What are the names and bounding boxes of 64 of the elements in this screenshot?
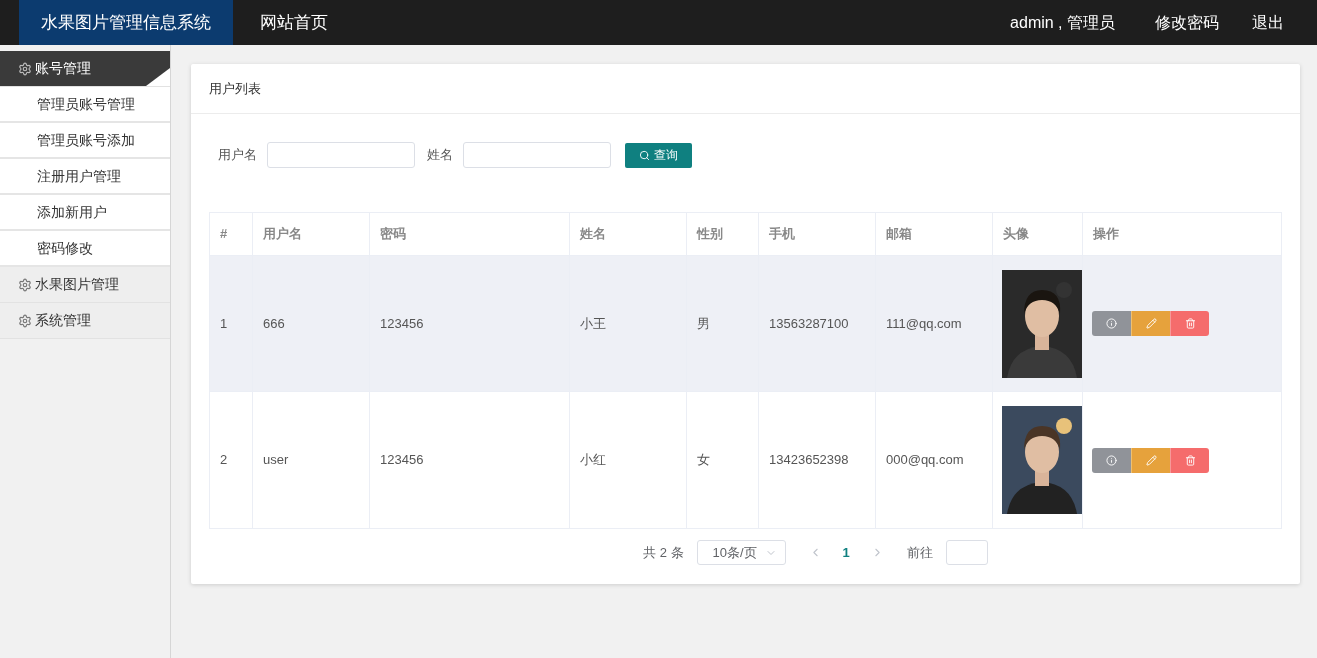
- field-label: 姓名: [427, 146, 453, 165]
- search-icon: [639, 149, 650, 161]
- column-header: 性别: [687, 213, 759, 255]
- brand-title: 水果图片管理信息系统: [19, 0, 233, 45]
- column-header: 手机: [759, 213, 876, 255]
- menu-item[interactable]: 添加新用户: [0, 195, 170, 231]
- page-size-select[interactable]: 10条/页: [696, 540, 786, 565]
- table-cell: 13423652398: [759, 392, 876, 528]
- menu-group[interactable]: 账号管理: [0, 51, 170, 87]
- menu-group-label: 系统管理: [35, 311, 91, 330]
- delete-icon: [1184, 454, 1196, 466]
- goto-label: 前往: [906, 543, 933, 562]
- goto-page-field[interactable]: [945, 540, 988, 565]
- table-cell: 13563287100: [759, 256, 876, 391]
- search-button[interactable]: 查询: [625, 142, 692, 168]
- edit-button[interactable]: [1131, 447, 1170, 473]
- total-count: 共 2 条: [643, 543, 684, 562]
- user-label: admin , 管理员: [1010, 12, 1115, 33]
- nav-link[interactable]: 网站首页: [233, 0, 355, 45]
- search-field[interactable]: [267, 142, 415, 168]
- info-button[interactable]: [1092, 311, 1131, 336]
- card-title: 用户列表: [191, 64, 1300, 114]
- field-label: 用户名: [218, 146, 257, 165]
- table-cell: 000@qq.com: [876, 392, 993, 528]
- column-header: 操作: [1092, 225, 1120, 244]
- table-cell: 1: [210, 256, 253, 391]
- column-header: 头像: [993, 213, 1083, 255]
- table-cell: 111@qq.com: [876, 256, 993, 391]
- info-button[interactable]: [1092, 447, 1131, 473]
- info-icon: [1106, 454, 1117, 466]
- delete-button[interactable]: [1170, 311, 1209, 336]
- column-header: 用户名: [253, 213, 370, 255]
- column-header: 邮箱: [876, 213, 993, 255]
- delete-icon: [1184, 318, 1196, 329]
- column-header: #: [210, 213, 253, 255]
- table-cell: 小红: [570, 392, 687, 528]
- gear-icon: [18, 313, 32, 328]
- table-cell: 123456: [370, 256, 570, 391]
- column-header: 姓名: [570, 213, 687, 255]
- edit-button[interactable]: [1131, 311, 1170, 336]
- table-cell: 男: [687, 256, 759, 391]
- table-cell: user: [253, 392, 370, 528]
- top-link[interactable]: 退出: [1252, 10, 1284, 35]
- delete-button[interactable]: [1170, 447, 1209, 473]
- column-header: 密码: [370, 213, 570, 255]
- table-cell: 2: [210, 392, 253, 528]
- menu-group-label: 账号管理: [35, 59, 91, 78]
- gear-icon: [18, 61, 32, 76]
- menu-item[interactable]: 管理员账号添加: [0, 123, 170, 159]
- page-number[interactable]: 1: [834, 542, 858, 563]
- menu-item[interactable]: 注册用户管理: [0, 159, 170, 195]
- top-link[interactable]: 修改密码: [1155, 10, 1219, 35]
- menu-item[interactable]: 管理员账号管理: [0, 87, 170, 123]
- gear-icon: [18, 277, 32, 292]
- menu-item[interactable]: 密码修改: [0, 231, 170, 267]
- search-field[interactable]: [463, 142, 611, 168]
- table-cell: 666: [253, 256, 370, 391]
- table-cell: 小王: [570, 256, 687, 391]
- menu-group-label: 水果图片管理: [35, 275, 119, 294]
- table-cell: 女: [687, 392, 759, 528]
- edit-icon: [1145, 454, 1157, 466]
- info-icon: [1106, 318, 1117, 329]
- table-cell: 123456: [370, 392, 570, 528]
- edit-icon: [1145, 318, 1157, 329]
